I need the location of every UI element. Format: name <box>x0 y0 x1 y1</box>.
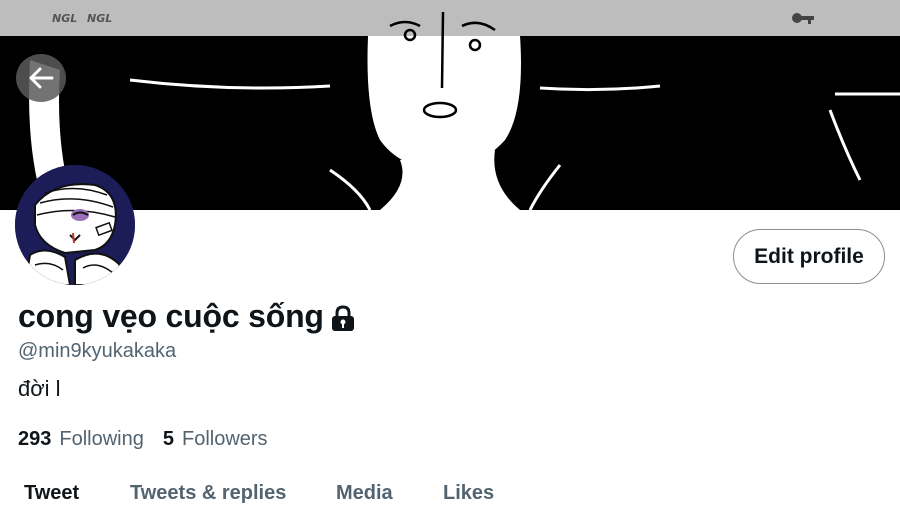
edit-profile-button[interactable]: Edit profile <box>733 229 885 284</box>
profile-name-row: cong vẹo cuộc sống <box>18 298 356 335</box>
followers-count: 5 <box>162 428 174 450</box>
followers-link[interactable]: 5 Followers <box>163 428 268 451</box>
avatar[interactable] <box>15 165 135 285</box>
tab-likes[interactable]: Likes <box>443 482 494 505</box>
profile-tabs: Tweet Tweets & replies Media Likes <box>0 478 900 521</box>
lock-icon <box>331 304 354 331</box>
banner-watermark-1: NGL <box>52 12 77 25</box>
banner-watermark-2: NGL <box>87 12 112 25</box>
tab-media[interactable]: Media <box>336 482 393 505</box>
following-count: 293 <box>18 428 52 450</box>
follow-stats: 293 Following 5 Followers <box>18 428 287 451</box>
back-button[interactable] <box>16 54 66 102</box>
arrow-left-icon <box>29 67 54 89</box>
banner-illustration: NGL NGL <box>0 0 900 210</box>
following-label: Following <box>59 428 144 450</box>
profile-banner[interactable]: NGL NGL <box>0 0 900 210</box>
display-name: cong vẹo cuộc sống <box>18 298 324 334</box>
avatar-illustration <box>15 165 135 285</box>
tab-tweets-replies[interactable]: Tweets & replies <box>130 482 286 505</box>
profile-bio: đời l <box>18 376 61 401</box>
profile-handle: @min9kyukakaka <box>18 340 177 362</box>
tab-tweet[interactable]: Tweet <box>24 482 79 505</box>
followers-label: Followers <box>181 428 268 450</box>
following-link[interactable]: 293 Following <box>18 428 144 451</box>
